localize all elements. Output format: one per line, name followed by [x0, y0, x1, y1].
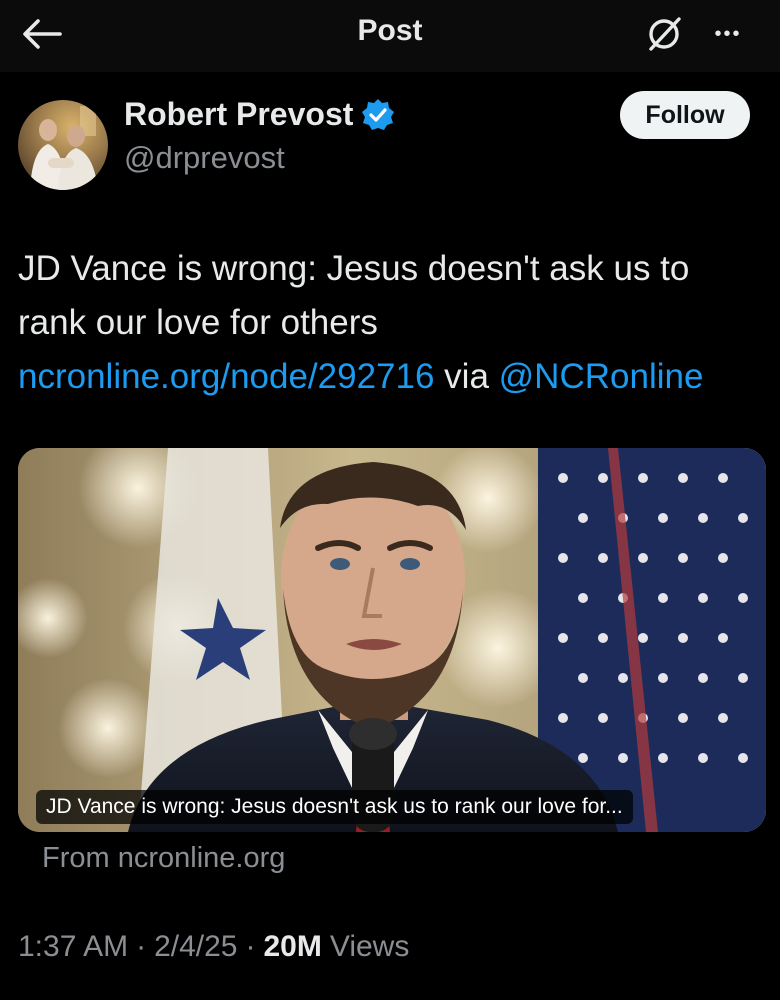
tweet-link[interactable]: ncronline.org/node/292716	[18, 357, 434, 396]
tweet-text-body: JD Vance is wrong: Jesus doesn't ask us …	[18, 249, 690, 342]
card-caption: JD Vance is wrong: Jesus doesn't ask us …	[36, 790, 633, 824]
user-handle[interactable]: @drprevost	[124, 140, 285, 176]
views-count[interactable]: 20M	[264, 930, 322, 964]
grok-icon	[649, 17, 681, 51]
mention-link[interactable]: @NCRonline	[499, 357, 704, 396]
follow-button[interactable]: Follow	[620, 91, 750, 139]
post-meta: 1:37 AM · 2/4/25 · 20M Views	[18, 930, 409, 964]
card-image	[18, 448, 766, 832]
link-preview-card[interactable]: JD Vance is wrong: Jesus doesn't ask us …	[18, 448, 766, 832]
display-name[interactable]: Robert Prevost	[124, 96, 395, 133]
post-date: 2/4/25	[154, 930, 238, 963]
grok-button[interactable]	[640, 12, 688, 56]
display-name-text: Robert Prevost	[124, 96, 354, 132]
tweet-text-via: via	[434, 357, 499, 396]
avatar[interactable]	[18, 100, 108, 190]
more-options-button[interactable]: •••	[704, 12, 752, 56]
views-label: Views	[329, 930, 410, 963]
more-horizontal-icon: •••	[714, 23, 742, 45]
top-bar: Post •••	[0, 0, 780, 72]
verified-badge-icon	[362, 98, 395, 130]
tweet-text: JD Vance is wrong: Jesus doesn't ask us …	[18, 242, 758, 404]
meta-separator: ·	[245, 930, 256, 963]
post-time: 1:37 AM	[18, 930, 129, 963]
meta-separator: ·	[136, 930, 147, 963]
card-source[interactable]: From ncronline.org	[42, 842, 285, 875]
